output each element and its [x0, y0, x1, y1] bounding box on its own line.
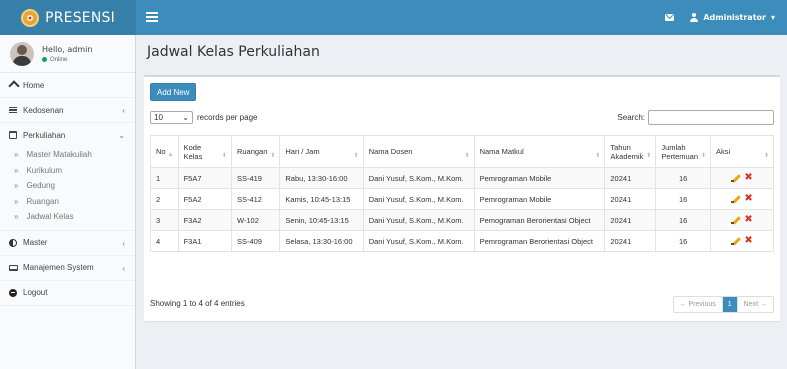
main-content: Jadwal Kelas Perkuliahan Add New 10 ⌄ re… — [137, 35, 787, 369]
search-label: Search: — [617, 113, 645, 122]
content-box: Add New 10 ⌄ records per page Search: No… — [144, 75, 780, 321]
logout-icon — [9, 288, 17, 297]
col-header-jumlah-pertemuan[interactable]: Jumlah Pertemuan ⬍ — [655, 135, 712, 168]
table-row: 3 F3A2 W-102 Senin, 10:45-13:15 Dani Yus… — [150, 209, 774, 231]
sidebar-item-manajemen-system[interactable]: Manajemen System ‹ — [0, 256, 135, 281]
delete-x-icon[interactable]: ✖ — [744, 236, 752, 246]
sidebar-subitem-master-matakuliah[interactable]: » Master Matakuliah — [0, 147, 135, 163]
adjust-icon — [9, 238, 17, 247]
mail-icon[interactable] — [665, 14, 675, 21]
delete-x-icon[interactable]: ✖ — [744, 215, 752, 225]
user-menu-button[interactable]: Administrator ▾ — [690, 13, 775, 22]
university-logo-icon — [21, 8, 40, 27]
sidebar-item-master[interactable]: Master ‹ — [0, 231, 135, 256]
home-icon — [9, 81, 18, 89]
table-row: 1 F5A7 SS-419 Rabu, 13:30-16:00 Dani Yus… — [150, 167, 774, 189]
sidebar-subitem-kurikulum[interactable]: » Kurikulum — [0, 163, 135, 179]
chevron-left-icon: ‹ — [122, 106, 125, 115]
double-chevron-icon: » — [14, 196, 19, 206]
col-header-hari-jam[interactable]: Hari / Jam ⬍ — [279, 135, 364, 168]
avatar — [10, 41, 34, 66]
laptop-icon — [8, 264, 18, 271]
sidebar-item-label: Master — [23, 238, 48, 247]
calendar-icon — [9, 131, 17, 139]
table-row: 4 F3A1 SS-409 Selasa, 13:30-16:00 Dani Y… — [150, 230, 774, 252]
sidebar-item-label: Home — [23, 80, 45, 90]
user-icon — [690, 13, 699, 22]
user-panel: Hello, admin Online — [0, 35, 135, 73]
jadwal-table: No ▲ Kode Kelas ⬍ Ruangan ⬍ Hari / Jam ⬍ Nam… — [150, 135, 774, 252]
col-header-ruangan[interactable]: Ruangan ⬍ — [230, 135, 281, 168]
sidebar-item-label: Kedosenan — [23, 105, 64, 115]
double-chevron-icon: » — [14, 165, 19, 175]
sidebar-item-kedosenan[interactable]: Kedosenan ‹ — [0, 98, 135, 123]
sidebar-item-label: Perkuliahan — [23, 130, 66, 140]
pagination-next-button[interactable]: Next → — [737, 297, 773, 312]
sidebar-item-label: Manajemen System — [23, 263, 94, 272]
status-label: Online — [50, 56, 68, 63]
bars-icon — [9, 105, 17, 114]
table-info: Showing 1 to 4 of 4 entries — [150, 299, 245, 308]
pagination-page-1[interactable]: 1 — [722, 297, 738, 312]
col-header-nama-dosen[interactable]: Nama Dosen ⬍ — [362, 135, 475, 168]
sidebar-subitem-jadwal-kelas[interactable]: » Jadwal Kelas — [0, 209, 135, 225]
edit-pencil-icon[interactable] — [731, 195, 740, 204]
edit-pencil-icon[interactable] — [731, 216, 740, 225]
col-header-aksi[interactable]: Aksi ⬍ — [710, 135, 774, 168]
brand-title: PRESENSI — [45, 9, 115, 26]
chevron-left-icon: ‹ — [122, 263, 125, 273]
sidebar: Hello, admin Online Home Kedosenan ‹ Per… — [0, 35, 136, 369]
chevron-down-icon: ⌄ — [118, 131, 125, 140]
perkuliahan-submenu: » Master Matakuliah » Kurikulum » Gedung » R… — [0, 147, 135, 231]
edit-pencil-icon[interactable] — [731, 174, 740, 183]
search-input[interactable] — [648, 110, 774, 125]
table-header-row: No ▲ Kode Kelas ⬍ Ruangan ⬍ Hari / Jam ⬍ Nam… — [150, 135, 774, 168]
delete-x-icon[interactable]: ✖ — [744, 173, 752, 183]
col-header-tahun-akademik[interactable]: Tahun Akademik ⬍ — [604, 135, 657, 168]
user-menu-label: Administrator — [703, 13, 766, 22]
user-greeting: Hello, admin — [42, 44, 93, 54]
edit-pencil-icon[interactable] — [731, 237, 740, 246]
table-row: 2 F5A2 SS-412 Kamis, 10:45-13:15 Dani Yu… — [150, 188, 774, 210]
records-per-page: 10 ⌄ records per page — [150, 111, 257, 124]
pagination-previous-button[interactable]: ← Previous — [673, 297, 723, 312]
search-area: Search: — [617, 110, 774, 125]
online-dot-icon — [42, 57, 47, 62]
col-header-nama-matkul[interactable]: Nama Matkul ⬍ — [473, 135, 606, 168]
brand-logo-area[interactable]: PRESENSI — [0, 0, 136, 35]
add-new-button[interactable]: Add New — [150, 83, 197, 101]
page-title: Jadwal Kelas Perkuliahan — [147, 44, 320, 60]
top-navbar: PRESENSI Administrator ▾ — [0, 0, 787, 35]
sidebar-subitem-gedung[interactable]: » Gedung — [0, 178, 135, 194]
double-chevron-icon: » — [14, 181, 19, 191]
delete-x-icon[interactable]: ✖ — [744, 194, 752, 204]
records-per-page-label: records per page — [197, 113, 258, 122]
col-header-kode-kelas[interactable]: Kode Kelas ⬍ — [177, 135, 232, 168]
sidebar-item-label: Logout — [23, 288, 48, 297]
col-header-no[interactable]: No ▲ — [150, 135, 179, 168]
pagination: ← Previous 1 Next → — [672, 296, 774, 313]
sidebar-toggle-icon[interactable] — [146, 12, 158, 22]
chevron-left-icon: ‹ — [122, 238, 125, 248]
double-chevron-icon: » — [14, 150, 19, 160]
chevron-down-icon: ⌄ — [182, 113, 189, 122]
sidebar-subitem-ruangan[interactable]: » Ruangan — [0, 194, 135, 210]
records-per-page-select[interactable]: 10 ⌄ — [150, 111, 193, 124]
sidebar-item-logout[interactable]: Logout — [0, 281, 135, 306]
double-chevron-icon: » — [14, 212, 19, 222]
sidebar-item-perkuliahan[interactable]: Perkuliahan ⌄ — [0, 123, 135, 147]
caret-down-icon: ▾ — [770, 13, 775, 22]
online-status: Online — [42, 57, 92, 63]
sidebar-item-home[interactable]: Home — [0, 73, 135, 98]
